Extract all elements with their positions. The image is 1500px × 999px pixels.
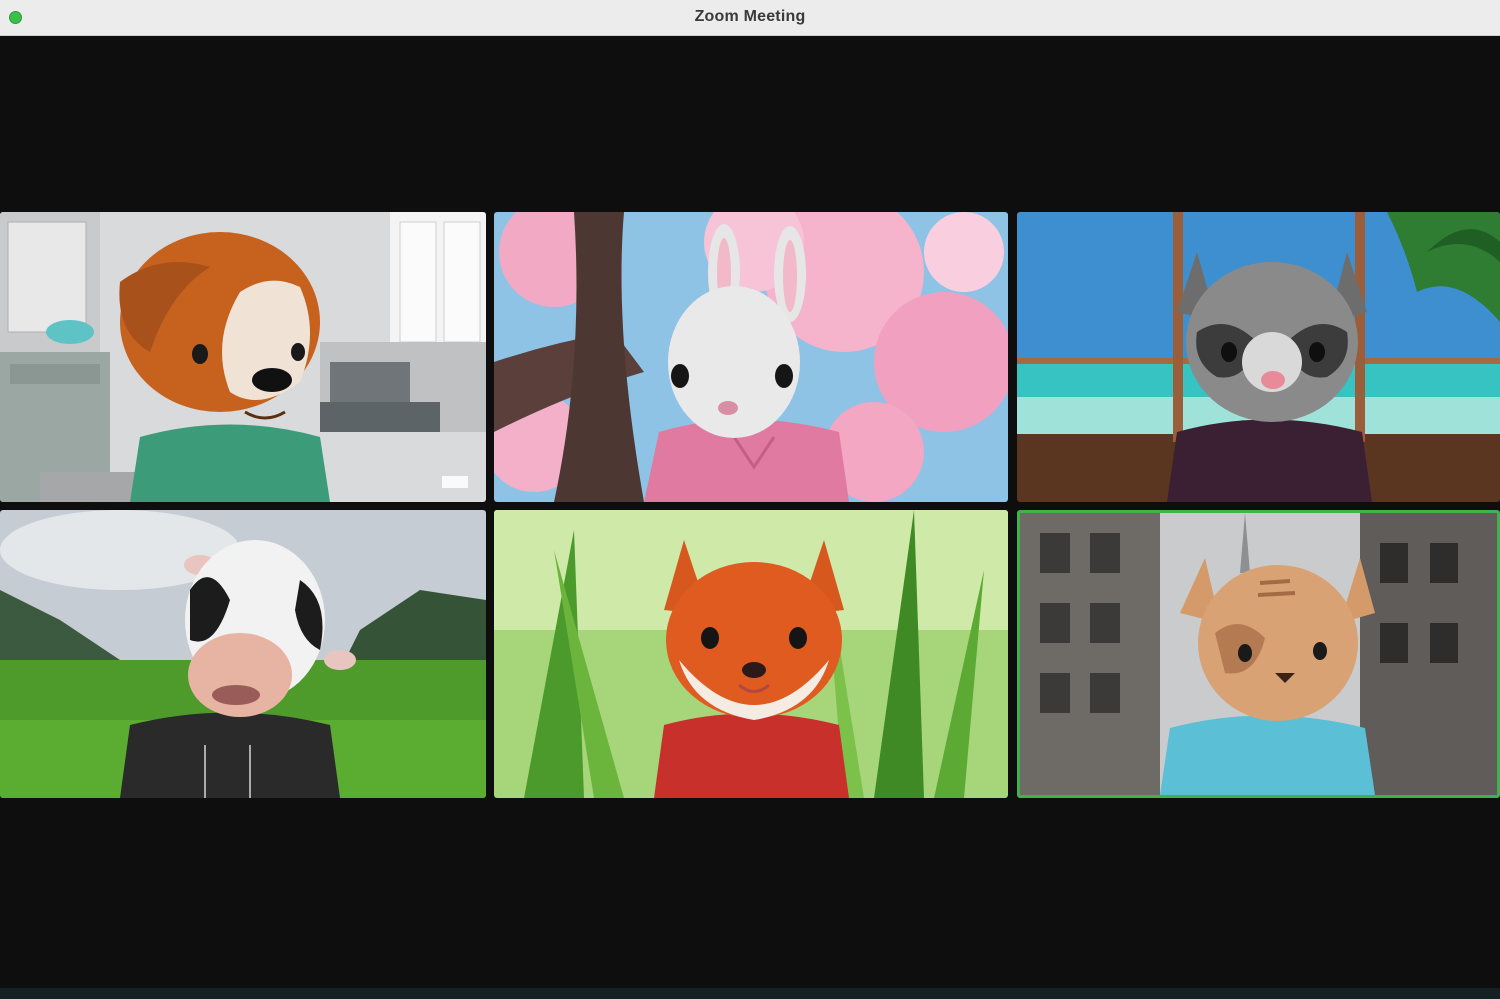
raccoon-avatar — [1017, 212, 1500, 502]
fox-avatar — [494, 510, 1008, 798]
dog-avatar — [0, 212, 486, 502]
video-gallery — [0, 36, 1500, 999]
bunny-avatar — [494, 212, 1008, 502]
video-tile-cat-active-speaker[interactable] — [1017, 510, 1500, 798]
dock-edge — [0, 988, 1500, 999]
video-tile-bunny[interactable] — [494, 212, 1008, 502]
video-tile-cow[interactable] — [0, 510, 486, 798]
window-title: Zoom Meeting — [694, 8, 806, 25]
video-tile-dog[interactable] — [0, 212, 486, 502]
video-tile-fox[interactable] — [494, 510, 1008, 798]
cow-avatar — [0, 510, 486, 798]
zoom-meeting-window: Zoom Meeting — [0, 0, 1500, 999]
title-bar: Zoom Meeting — [0, 0, 1500, 36]
cat-avatar — [1020, 513, 1497, 795]
video-tile-raccoon[interactable] — [1017, 212, 1500, 502]
